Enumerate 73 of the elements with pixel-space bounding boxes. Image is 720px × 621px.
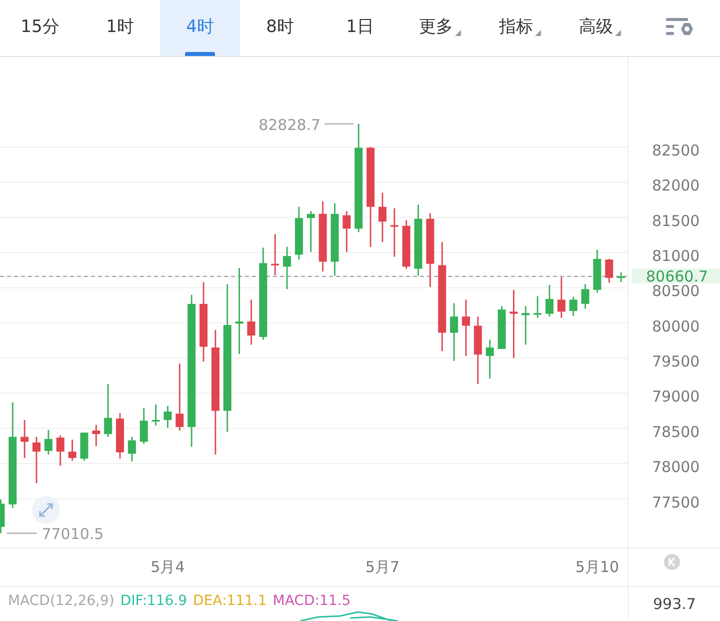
candlestick <box>306 211 315 252</box>
axis-label: 82000 <box>652 176 700 195</box>
axis-label: 78500 <box>652 422 700 441</box>
candlestick <box>68 440 76 461</box>
candlestick <box>56 435 64 466</box>
timeframe-tab[interactable]: 1日 <box>320 0 400 56</box>
candlestick <box>498 306 506 349</box>
candlestick <box>581 284 590 309</box>
axis-label: 79000 <box>652 388 700 406</box>
price-annotation: 77010.5 <box>42 525 104 544</box>
candlestick <box>486 340 494 378</box>
axis-label: 81500 <box>652 212 700 230</box>
candlestick <box>32 436 40 484</box>
candlestick <box>318 201 327 272</box>
timeframe-tab[interactable]: 4时 <box>160 0 240 56</box>
candlestick <box>617 272 626 282</box>
candlestick <box>522 306 530 345</box>
candlestick <box>247 300 256 345</box>
candlestick <box>342 211 351 252</box>
candlestick <box>0 499 5 534</box>
candlestick <box>534 296 542 318</box>
candlestick <box>510 290 518 358</box>
candlestick <box>605 258 614 283</box>
leader-line <box>6 532 37 534</box>
candlestick <box>474 316 482 384</box>
timeframe-tab[interactable]: 指标 <box>480 0 560 56</box>
candlestick <box>462 300 470 356</box>
candlestick <box>414 204 422 276</box>
price-annotation: 82828.7 <box>258 116 321 134</box>
candlestick <box>80 432 88 461</box>
leader-line <box>324 123 354 125</box>
axis-label: 993.7 <box>653 595 696 613</box>
candlestick <box>402 220 410 269</box>
indicator-legend: MACD:11.5 <box>272 591 351 612</box>
candlestick <box>283 246 292 290</box>
timeframe-tab[interactable]: 高级 <box>560 0 640 56</box>
timeframe-tab[interactable]: 15分 <box>0 0 80 56</box>
candlestick <box>378 192 386 242</box>
candlestick <box>176 364 184 431</box>
indicator-legend: DEA:111.1 <box>193 591 267 612</box>
candlestick <box>152 404 160 426</box>
candlestick <box>450 303 458 361</box>
candlestick <box>20 420 29 458</box>
candlestick <box>271 234 280 276</box>
axis-label: 5月7 <box>365 558 400 576</box>
timeframe-tab[interactable]: 更多 <box>400 0 480 56</box>
candlestick <box>44 430 52 454</box>
candlestick <box>557 277 566 318</box>
timeframe-tab[interactable]: 8时 <box>240 0 320 56</box>
axis-label: 78000 <box>652 458 700 476</box>
indicator-legend: DIF:116.9 <box>120 591 187 612</box>
axis-label: 79500 <box>652 352 700 371</box>
timeframe-tab[interactable]: 1时 <box>80 0 160 56</box>
candlestick <box>294 206 303 260</box>
axis-label: 5月10 <box>575 558 620 576</box>
axis-label: 81000 <box>652 247 700 266</box>
candlestick <box>116 412 124 459</box>
candlestick <box>92 424 100 446</box>
indicator-legend: MACD(12,26,9) <box>8 591 114 612</box>
axis-label: 82500 <box>652 142 700 160</box>
axis-label: 77500 <box>652 493 700 512</box>
candlestick <box>545 284 554 317</box>
axis-label: 5月4 <box>150 558 185 576</box>
candlestick <box>593 250 602 293</box>
candlestick <box>569 296 578 316</box>
expand-icon[interactable] <box>32 496 60 524</box>
candlestick <box>164 406 172 428</box>
axis-label: 80000 <box>652 317 700 336</box>
candlestick <box>140 408 148 444</box>
candlestick <box>128 436 136 462</box>
candlestick <box>390 208 398 257</box>
last-price-tag: 80660.7 <box>632 267 720 286</box>
candlestick <box>104 384 112 437</box>
